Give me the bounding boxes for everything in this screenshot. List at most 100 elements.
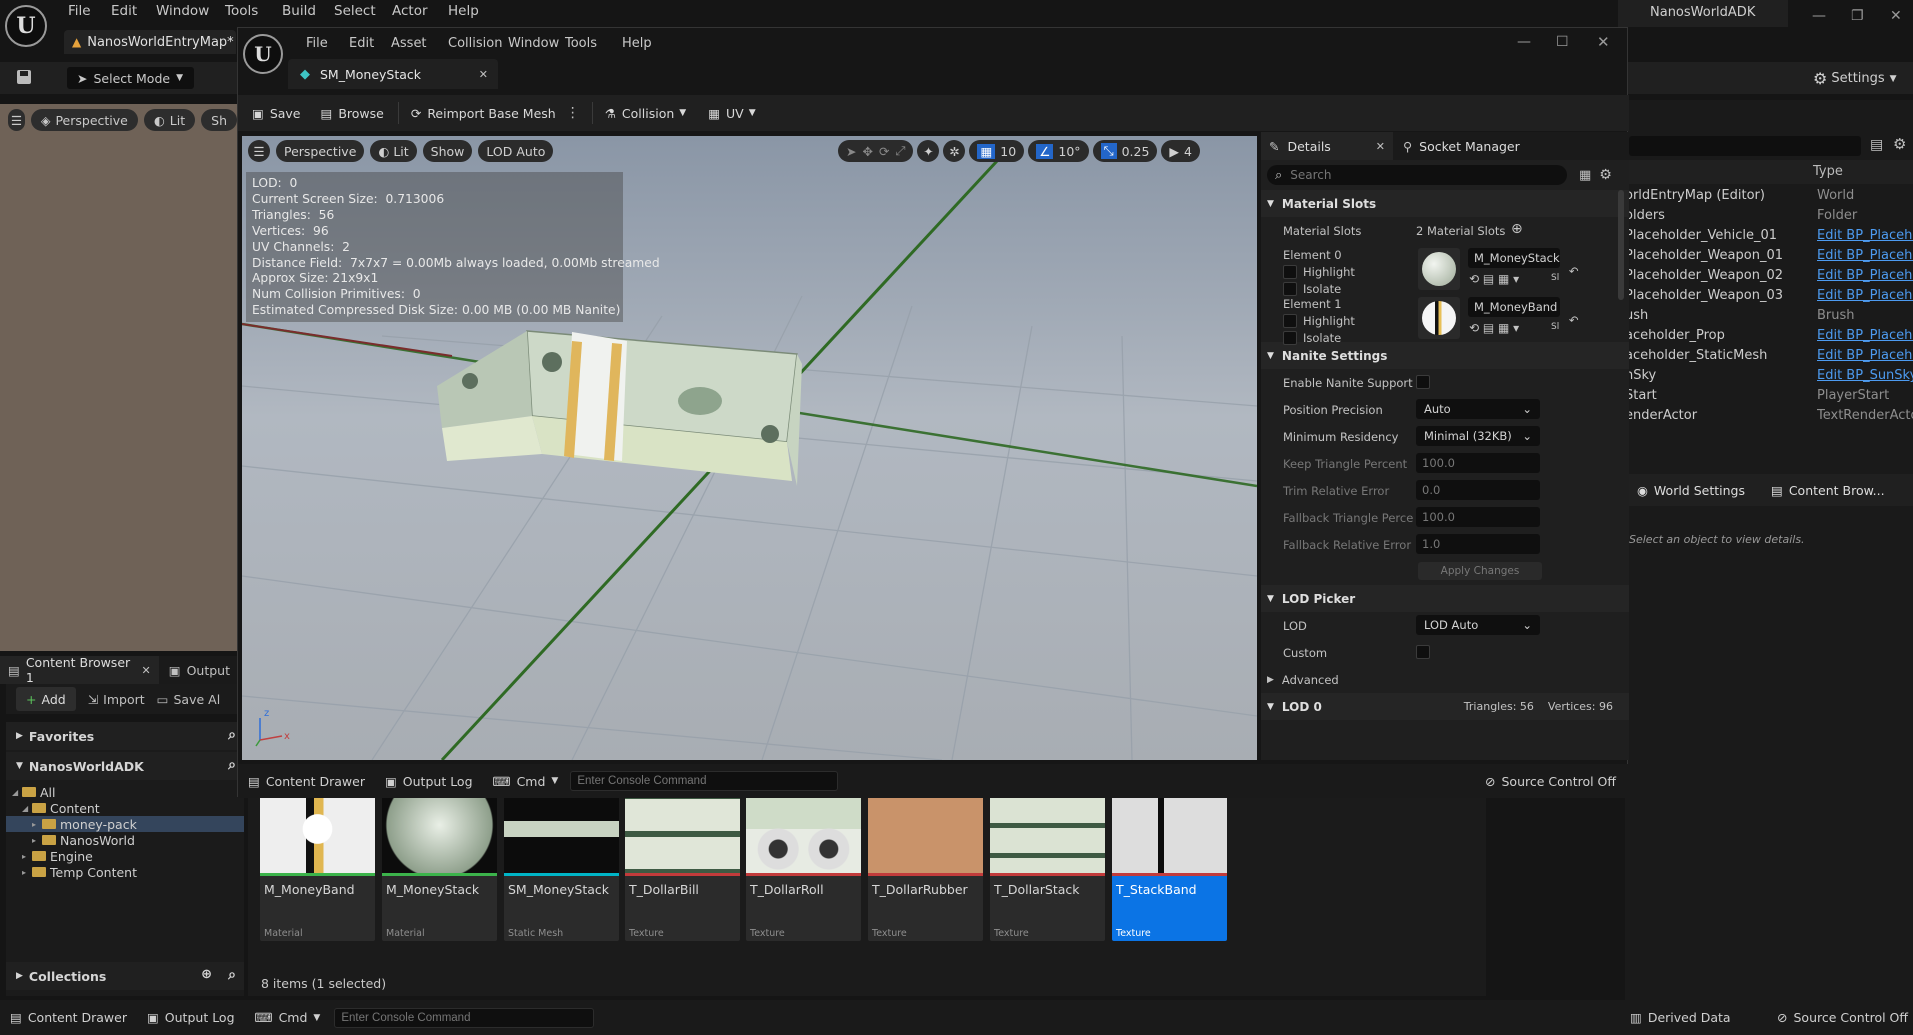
grid-snap-button[interactable]: ▦ 10 <box>969 140 1025 162</box>
unreal-logo-icon[interactable]: U <box>243 34 283 74</box>
tree-item[interactable]: ▸ money-pack <box>6 816 244 832</box>
add-folder-icon[interactable]: ▤ <box>1870 137 1883 153</box>
element0-highlight[interactable]: Highlight <box>1283 265 1355 279</box>
socket-manager-tab[interactable]: ⚲ Socket Manager <box>1403 139 1520 154</box>
transform-tools[interactable]: ➤ ✥ ⟳ ⤢ <box>838 140 914 162</box>
mesh-viewport[interactable]: zx ☰ Perspective ◐ Lit Show LOD Auto ➤ ✥ ⟳ ⤢… <box>242 136 1257 760</box>
tree-chevron-icon[interactable]: ◢ <box>12 788 22 797</box>
outliner-row-type[interactable]: Edit BP_Placehol <box>1817 268 1913 283</box>
outliner-row-name[interactable]: Placeholder_Vehicle_01 <box>1625 228 1777 248</box>
outliner-row-type[interactable]: Edit BP_Placehol <box>1817 288 1913 303</box>
derived-data-button[interactable]: ▥ Derived Data <box>1630 1010 1731 1025</box>
material-slots-section[interactable]: ▼ Material Slots <box>1261 190 1629 217</box>
editor-menu-collision[interactable]: Collision <box>448 36 502 51</box>
settings-button[interactable]: ⚙ Settings ▼ <box>1813 69 1897 88</box>
console-input[interactable] <box>570 771 839 791</box>
add-slot-icon[interactable]: ⊕ <box>1511 221 1523 237</box>
show-button[interactable]: Sh <box>201 109 237 131</box>
local-space-icon[interactable]: ✦ <box>917 140 940 162</box>
minimize-icon[interactable]: — <box>1517 34 1531 50</box>
browse-button[interactable]: ▤ Browse <box>321 106 384 121</box>
mat0-tools[interactable]: ⟲ ▤ ▦ ▾ <box>1469 272 1519 286</box>
search-icon[interactable]: ⌕ <box>228 757 236 773</box>
outliner-gear-icon[interactable]: ⚙ <box>1893 135 1906 153</box>
menu-select[interactable]: Select <box>334 3 376 19</box>
outliner-row-name[interactable]: Placeholder_Weapon_01 <box>1625 248 1783 268</box>
tree-chevron-icon[interactable]: ▸ <box>32 820 42 829</box>
outliner-row-type[interactable]: Edit BP_SunSky <box>1817 368 1913 383</box>
unreal-logo-icon[interactable]: U <box>5 5 47 47</box>
tree-item[interactable]: ▸ NanosWorld <box>6 832 244 848</box>
editor-menu-tools[interactable]: Tools <box>565 36 597 51</box>
level-viewport[interactable]: ☰ ◈ Perspective ◐ Lit Sh <box>0 104 237 651</box>
outliner-row-type[interactable]: Edit BP_Placehol <box>1817 228 1913 243</box>
menu-window[interactable]: Window <box>156 3 209 19</box>
reset-icon[interactable]: ↶ <box>1569 264 1579 278</box>
nanite-input[interactable]: 100.0 <box>1416 453 1540 473</box>
mat1-thumbnail[interactable] <box>1418 297 1460 339</box>
type-column-header[interactable]: Type <box>1813 164 1843 179</box>
tree-item[interactable]: ◢ All <box>6 784 244 800</box>
world-settings-tab[interactable]: ◉ World Settings <box>1637 483 1745 498</box>
highlight-checkbox[interactable] <box>1283 314 1297 328</box>
outliner-row-name[interactable]: orldEntryMap (Editor) <box>1625 188 1765 208</box>
details-search-input[interactable] <box>1290 168 1531 182</box>
custom-checkbox[interactable] <box>1416 645 1430 659</box>
editor-menu-file[interactable]: File <box>306 36 328 51</box>
nanite-select[interactable]: Auto ⌄ <box>1416 399 1540 419</box>
map-tab[interactable]: ▲ NanosWorldEntryMap* <box>64 30 236 54</box>
settings-gear-icon[interactable]: ⚙ <box>1599 167 1612 183</box>
outliner-row-name[interactable]: aceholder_StaticMesh <box>1625 348 1767 368</box>
table-view-icon[interactable]: ▦ <box>1579 168 1591 183</box>
menu-tools[interactable]: Tools <box>225 3 258 19</box>
console-input[interactable] <box>334 1007 595 1028</box>
save-all-button[interactable]: ▭ Save Al <box>157 692 221 707</box>
content-browser-tab-2[interactable]: ▤ Content Brow... <box>1771 483 1885 498</box>
lod-button[interactable]: LOD Auto <box>478 140 554 162</box>
tree-item[interactable]: ▸ Engine <box>6 848 244 864</box>
outliner-row-name[interactable]: Placeholder_Weapon_02 <box>1625 268 1783 288</box>
nanite-input[interactable]: 1.0 <box>1416 534 1540 554</box>
asset-tile[interactable]: M_MoneyStack Material <box>382 793 497 941</box>
asset-tile[interactable]: T_StackBand Texture <box>1112 793 1227 941</box>
add-collection-icon[interactable]: ⊕ <box>201 967 212 982</box>
editor-menu-help[interactable]: Help <box>622 36 652 51</box>
camera-speed-button[interactable]: ▶ 4 <box>1161 140 1200 162</box>
hamburger-icon[interactable]: ☰ <box>8 109 25 131</box>
editor-menu-asset[interactable]: Asset <box>391 36 427 51</box>
perspective-button[interactable]: Perspective <box>276 140 365 162</box>
asset-tile[interactable]: T_DollarBill Texture <box>625 793 740 941</box>
tree-chevron-icon[interactable]: ▸ <box>22 852 32 861</box>
outliner-row-type[interactable]: Edit BP_Placehol <box>1817 328 1913 343</box>
minimize-icon[interactable]: — <box>1812 8 1826 24</box>
menu-file[interactable]: File <box>68 3 91 19</box>
import-button[interactable]: ⇲ Import <box>88 692 145 707</box>
outliner-row-name[interactable]: olders <box>1625 208 1665 228</box>
collections-header[interactable]: ▶ Collections ⊕ ⌕ <box>6 962 244 990</box>
asset-tile[interactable]: T_DollarRoll Texture <box>746 793 861 941</box>
cmd-dropdown[interactable]: ⌨ Cmd ▼ <box>493 774 559 789</box>
close-tab-icon[interactable]: ✕ <box>479 68 488 81</box>
apply-changes-button[interactable]: Apply Changes <box>1418 562 1542 580</box>
tree-chevron-icon[interactable]: ▸ <box>22 868 32 877</box>
select-mode-dropdown[interactable]: ➤ Select Mode ▼ <box>67 67 194 89</box>
outliner-row-name[interactable]: nSky <box>1625 368 1656 388</box>
output-log-button[interactable]: ▣ Output Log <box>385 774 473 789</box>
search-icon[interactable]: ⌕ <box>228 727 236 743</box>
element0-isolate[interactable]: Isolate <box>1283 282 1341 296</box>
details-tab[interactable]: ✎ Details ✕ <box>1261 132 1393 160</box>
favorites-header[interactable]: ▶ Favorites ⌕ <box>6 722 244 750</box>
uv-dropdown[interactable]: ▦ UV ▼ <box>708 106 755 121</box>
hamburger-icon[interactable]: ☰ <box>248 140 270 162</box>
mat0-name[interactable]: M_MoneyStack <box>1468 248 1560 268</box>
tree-chevron-icon[interactable]: ▸ <box>32 836 42 845</box>
asset-tile[interactable]: T_DollarRubber Texture <box>868 793 983 941</box>
mat1-tools[interactable]: ⟲ ▤ ▦ ▾ <box>1469 321 1519 335</box>
maximize-icon[interactable]: ❐ <box>1851 8 1864 24</box>
asset-tile[interactable]: SM_MoneyStack Static Mesh <box>504 793 619 941</box>
outliner-search[interactable] <box>1629 136 1861 156</box>
lit-button[interactable]: ◐ Lit <box>143 109 196 131</box>
search-icon[interactable]: ⌕ <box>228 967 236 983</box>
close-icon[interactable]: ✕ <box>1890 8 1902 24</box>
editor-menu-edit[interactable]: Edit <box>349 36 374 51</box>
